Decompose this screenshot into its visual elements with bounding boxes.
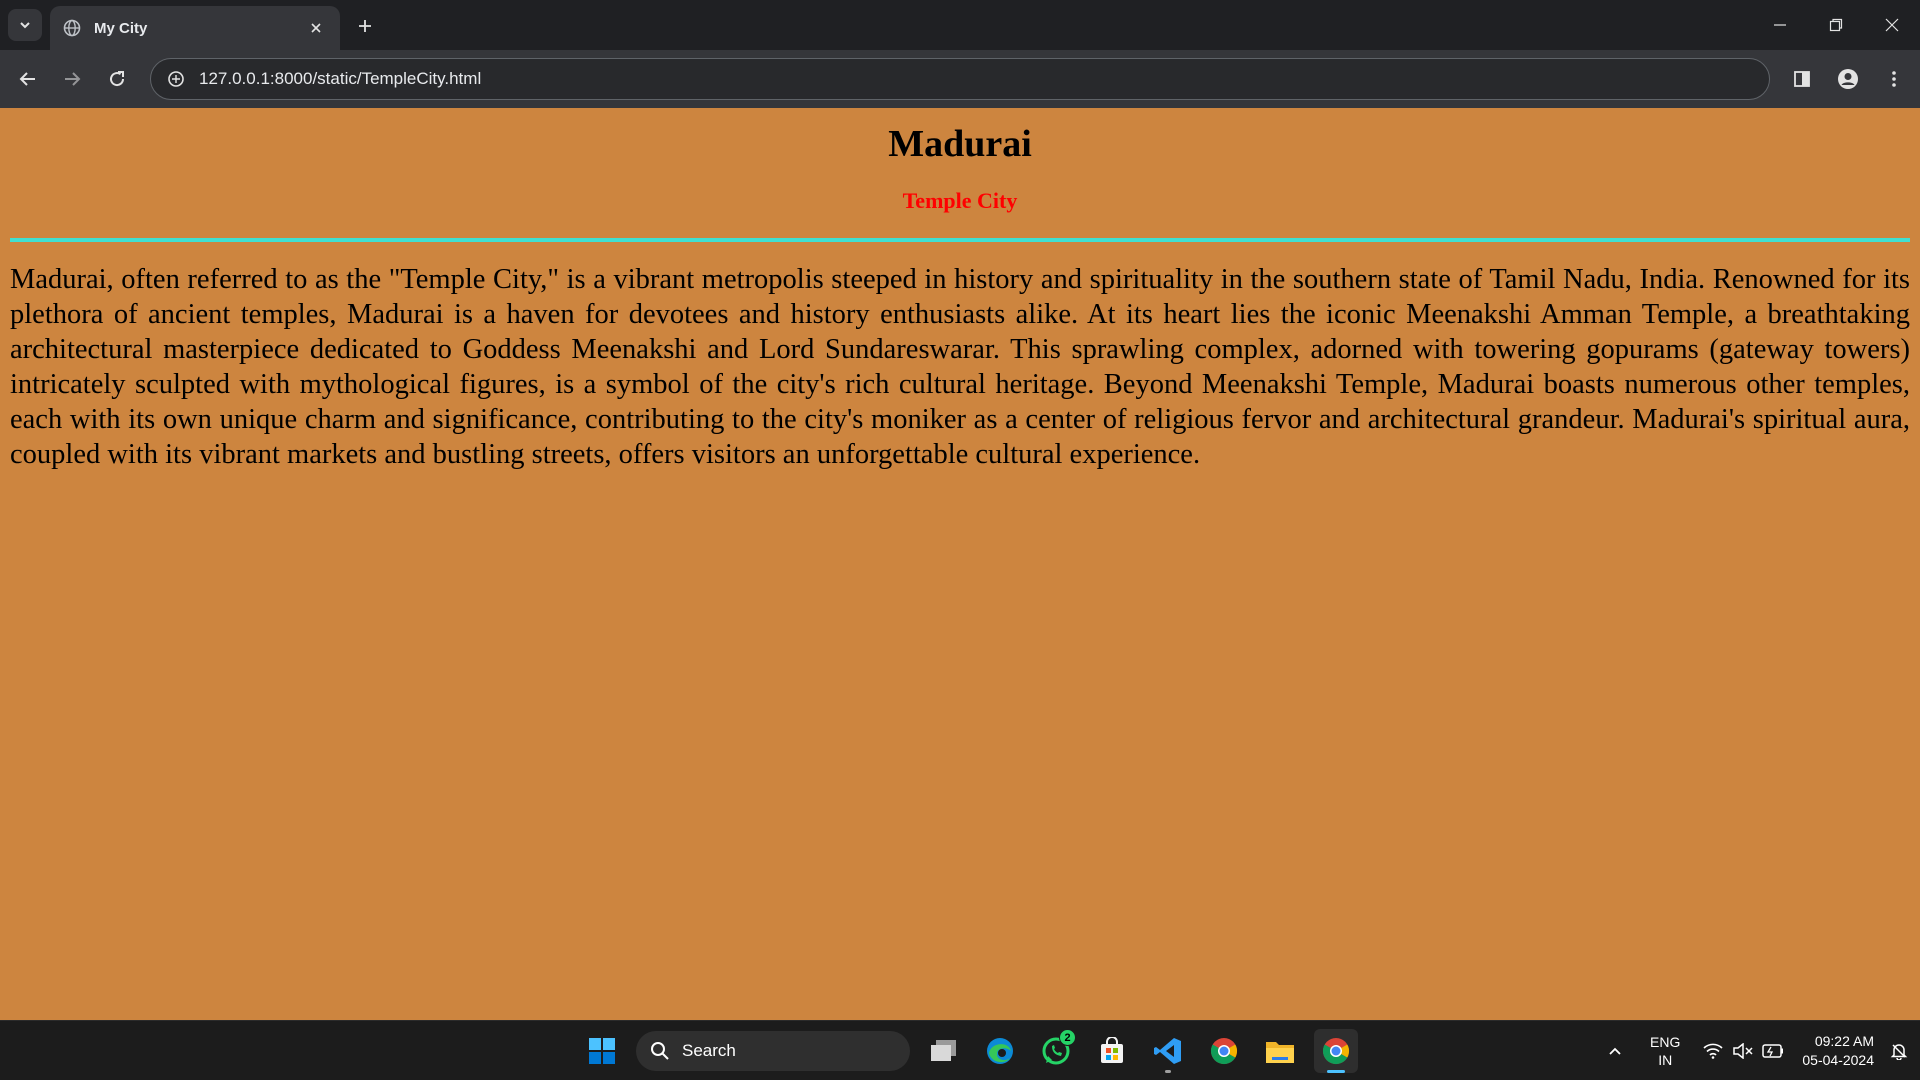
arrow-right-icon bbox=[65, 72, 81, 86]
volume-button[interactable] bbox=[1728, 1043, 1758, 1059]
taskbar-apps: Search 2 bbox=[580, 1029, 1358, 1073]
language-line1: ENG bbox=[1650, 1034, 1681, 1050]
chrome-app[interactable] bbox=[1202, 1029, 1246, 1073]
running-indicator bbox=[1165, 1070, 1171, 1073]
taskbar-search-box[interactable]: Search bbox=[636, 1031, 910, 1071]
web-page: Madurai Temple City Madurai, often refer… bbox=[0, 108, 1920, 1020]
new-tab-button[interactable] bbox=[350, 11, 380, 41]
side-panel-icon bbox=[1794, 71, 1810, 87]
edge-app[interactable] bbox=[978, 1029, 1022, 1073]
divider bbox=[10, 238, 1910, 242]
minimize-button[interactable] bbox=[1752, 0, 1808, 50]
clock-date: 05-04-2024 bbox=[1802, 1052, 1874, 1068]
store-app[interactable] bbox=[1090, 1029, 1134, 1073]
wifi-icon bbox=[1703, 1043, 1723, 1059]
show-hidden-icons-button[interactable] bbox=[1600, 1043, 1630, 1059]
taskbar-search-label: Search bbox=[682, 1041, 736, 1060]
task-view-icon bbox=[931, 1040, 956, 1061]
chrome-active-icon bbox=[1322, 1038, 1350, 1065]
chrome-active-app[interactable] bbox=[1314, 1029, 1358, 1073]
vscode-app[interactable] bbox=[1146, 1029, 1190, 1073]
toolbar-actions bbox=[1786, 63, 1910, 95]
chevron-down-icon bbox=[20, 22, 30, 29]
profile-icon bbox=[1838, 69, 1858, 89]
notifications-button[interactable] bbox=[1886, 1042, 1912, 1060]
chevron-up-icon bbox=[1609, 1047, 1621, 1055]
address-bar[interactable] bbox=[150, 58, 1770, 100]
page-subtitle: Temple City bbox=[902, 188, 1018, 213]
menu-button[interactable] bbox=[1878, 63, 1910, 95]
system-tray: ENG IN 09:22 AM 05-04-2024 bbox=[1600, 1021, 1920, 1080]
globe-icon bbox=[62, 18, 82, 38]
chrome-icon bbox=[1210, 1038, 1238, 1065]
kebab-menu-icon bbox=[1892, 71, 1896, 87]
browser-tab-strip: My City bbox=[0, 0, 1920, 50]
battery-icon bbox=[1762, 1044, 1784, 1058]
window-controls bbox=[1752, 0, 1920, 50]
profile-button[interactable] bbox=[1832, 63, 1864, 95]
search-icon bbox=[651, 1042, 669, 1060]
file-explorer-icon bbox=[1266, 1042, 1294, 1063]
microsoft-store-icon bbox=[1101, 1037, 1123, 1063]
tab-title: My City bbox=[94, 19, 148, 37]
arrow-left-icon bbox=[19, 72, 35, 86]
plus-icon bbox=[359, 20, 371, 32]
site-info-icon[interactable] bbox=[165, 68, 187, 90]
file-explorer-app[interactable] bbox=[1258, 1029, 1302, 1073]
wifi-button[interactable] bbox=[1698, 1043, 1728, 1059]
clock-time: 09:22 AM bbox=[1814, 1033, 1874, 1049]
tab-close-icon[interactable] bbox=[304, 16, 328, 40]
language-indicator[interactable]: ENG IN bbox=[1650, 1033, 1680, 1069]
reload-button[interactable] bbox=[101, 63, 133, 95]
restore-icon bbox=[1829, 18, 1843, 32]
windows-taskbar: Search 2 ENG IN 09:22 AM 05-04-2024 bbox=[0, 1020, 1920, 1080]
battery-button[interactable] bbox=[1758, 1044, 1788, 1058]
back-button[interactable] bbox=[12, 63, 44, 95]
close-icon bbox=[1885, 18, 1899, 32]
whatsapp-app[interactable]: 2 bbox=[1034, 1029, 1078, 1073]
page-title: Madurai bbox=[888, 123, 1032, 165]
browser-toolbar bbox=[0, 50, 1920, 108]
active-indicator bbox=[1327, 1070, 1345, 1073]
minimize-icon bbox=[1774, 24, 1786, 26]
forward-button[interactable] bbox=[56, 63, 88, 95]
reload-icon bbox=[110, 71, 125, 87]
task-view-button[interactable] bbox=[922, 1029, 966, 1073]
restore-button[interactable] bbox=[1808, 0, 1864, 50]
notification-bell-icon bbox=[1890, 1044, 1908, 1060]
start-button[interactable] bbox=[580, 1029, 624, 1073]
tab-search-button[interactable] bbox=[8, 9, 42, 41]
volume-muted-icon bbox=[1733, 1043, 1753, 1059]
close-window-button[interactable] bbox=[1864, 0, 1920, 50]
page-paragraph: Madurai, often referred to as the "Templ… bbox=[10, 264, 1910, 470]
side-panel-button[interactable] bbox=[1786, 63, 1818, 95]
browser-tab[interactable]: My City bbox=[50, 6, 340, 50]
url-input[interactable] bbox=[199, 69, 1699, 89]
clock[interactable]: 09:22 AM 05-04-2024 bbox=[1802, 1032, 1874, 1070]
edge-icon bbox=[987, 1038, 1013, 1064]
windows-start-icon bbox=[589, 1038, 615, 1064]
vscode-icon bbox=[1154, 1038, 1181, 1064]
language-line2: IN bbox=[1658, 1052, 1673, 1068]
whatsapp-notification-badge: 2 bbox=[1059, 1029, 1076, 1046]
